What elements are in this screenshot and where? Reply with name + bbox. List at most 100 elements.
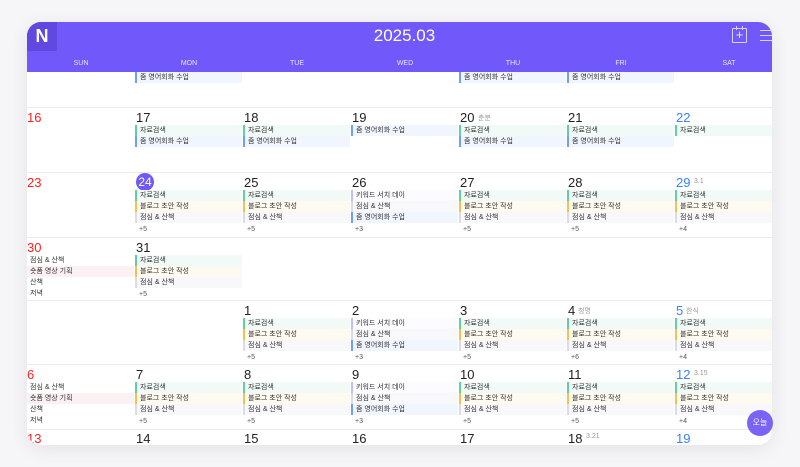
day-cell[interactable]: 17: [459, 430, 567, 445]
event-item[interactable]: 점심 & 산책: [675, 340, 772, 351]
event-item[interactable]: 점심 & 산책: [351, 201, 458, 212]
calendar-plus-icon[interactable]: +: [732, 26, 747, 43]
event-item[interactable]: 줌 영어회화 수업: [135, 136, 242, 147]
event-item[interactable]: 점심 & 산책: [243, 212, 350, 223]
more-events-link[interactable]: +3: [355, 353, 363, 363]
more-events-link[interactable]: +5: [571, 417, 579, 427]
day-cell[interactable]: 줌 영어회화 수업: [459, 72, 567, 107]
more-events-link[interactable]: +4: [679, 417, 687, 427]
day-cell[interactable]: 30 점심 & 산책 숏폼 영상 기획 산책 저녁: [27, 238, 135, 300]
more-events-link[interactable]: +5: [247, 353, 255, 363]
more-events-link[interactable]: +5: [463, 417, 471, 427]
event-item[interactable]: 블로그 초안 작성: [567, 329, 674, 340]
event-item[interactable]: 블로그 초안 작성: [135, 393, 242, 404]
more-events-link[interactable]: +5: [463, 353, 471, 363]
day-cell[interactable]: 9 키워드 서치 데이 점심 & 산책 줌 영어회화 수업 +3: [351, 365, 459, 429]
event-item[interactable]: 자료검색: [459, 125, 566, 136]
event-item[interactable]: 점심 & 산책: [459, 340, 566, 351]
day-cell[interactable]: 27 자료검색 블로그 초안 작성 점심 & 산책 +5: [459, 173, 567, 237]
event-item[interactable]: 점심 & 산책: [135, 404, 242, 415]
event-item[interactable]: 자료검색: [567, 125, 674, 136]
event-item[interactable]: 키워드 서치 데이: [351, 382, 458, 393]
day-cell[interactable]: [351, 238, 459, 300]
day-cell[interactable]: [567, 238, 675, 300]
event-item[interactable]: 점심 & 산책: [675, 212, 772, 223]
event-item[interactable]: 자료검색: [459, 190, 566, 201]
event-item[interactable]: 블로그 초안 작성: [459, 201, 566, 212]
event-item[interactable]: 자료검색: [135, 255, 242, 266]
event-item[interactable]: 숏폼 영상 기획: [27, 393, 134, 404]
day-cell[interactable]: 줌 영어회화 수업: [135, 72, 243, 107]
event-item[interactable]: 숏폼 영상 기획: [27, 266, 134, 277]
event-item[interactable]: 블로그 초안 작성: [675, 329, 772, 340]
day-cell[interactable]: [243, 238, 351, 300]
event-item[interactable]: 줌 영어회화 수업: [135, 72, 242, 83]
event-item[interactable]: 점심 & 산책: [27, 382, 134, 393]
day-cell[interactable]: 22 자료검색: [675, 108, 772, 172]
event-item[interactable]: 키워드 서치 데이: [351, 318, 458, 329]
more-events-link[interactable]: +5: [139, 225, 147, 235]
event-item[interactable]: 자료검색: [135, 125, 242, 136]
day-cell[interactable]: 4 청명 자료검색 블로그 초안 작성 점심 & 산책 +6: [567, 301, 675, 364]
day-cell[interactable]: [243, 72, 351, 107]
day-cell[interactable]: 17 자료검색 줌 영어회화 수업: [135, 108, 243, 172]
day-cell[interactable]: 3 자료검색 블로그 초안 작성 점심 & 산책 +5: [459, 301, 567, 364]
event-item[interactable]: 블로그 초안 작성: [675, 393, 772, 404]
menu-icon[interactable]: [760, 30, 772, 45]
more-events-link[interactable]: +6: [571, 353, 579, 363]
more-events-link[interactable]: +5: [139, 417, 147, 427]
event-item[interactable]: 자료검색: [675, 382, 772, 393]
event-item[interactable]: 자료검색: [243, 382, 350, 393]
day-cell[interactable]: 16: [351, 430, 459, 445]
day-cell[interactable]: 16: [27, 108, 135, 172]
day-cell[interactable]: [135, 301, 243, 364]
day-cell[interactable]: 20 춘분 자료검색 줌 영어회화 수업: [459, 108, 567, 172]
day-cell[interactable]: 6 점심 & 산책 숏폼 영상 기획 산책 저녁: [27, 365, 135, 429]
event-item[interactable]: 자료검색: [243, 318, 350, 329]
day-cell[interactable]: [675, 72, 772, 107]
more-events-link[interactable]: +5: [247, 225, 255, 235]
event-item[interactable]: 줌 영어회화 수업: [567, 72, 674, 83]
day-cell[interactable]: 18 자료검색 줌 영어회화 수업: [243, 108, 351, 172]
more-events-link[interactable]: +3: [355, 417, 363, 427]
more-events-link[interactable]: +3: [355, 225, 363, 235]
event-item[interactable]: 줌 영어회화 수업: [351, 125, 458, 136]
event-item[interactable]: 저녁: [27, 415, 134, 426]
day-cell[interactable]: 2 키워드 서치 데이 점심 & 산책 줌 영어회화 수업 +3: [351, 301, 459, 364]
more-events-link[interactable]: +4: [679, 225, 687, 235]
event-item[interactable]: 키워드 서치 데이: [351, 190, 458, 201]
event-item[interactable]: 블로그 초안 작성: [135, 266, 242, 277]
event-item[interactable]: 블로그 초안 작성: [243, 329, 350, 340]
day-cell[interactable]: 21 자료검색 줌 영어회화 수업: [567, 108, 675, 172]
day-cell[interactable]: 1 자료검색 블로그 초안 작성 점심 & 산책 +5: [243, 301, 351, 364]
day-cell[interactable]: [351, 72, 459, 107]
event-item[interactable]: 블로그 초안 작성: [459, 329, 566, 340]
event-item[interactable]: 블로그 초안 작성: [243, 201, 350, 212]
event-item[interactable]: 블로그 초안 작성: [459, 393, 566, 404]
event-item[interactable]: 점심 & 산책: [567, 404, 674, 415]
more-events-link[interactable]: +4: [679, 353, 687, 363]
event-item[interactable]: 자료검색: [459, 318, 566, 329]
day-cell[interactable]: [27, 72, 135, 107]
day-cell[interactable]: 23: [27, 173, 135, 237]
event-item[interactable]: 자료검색: [567, 382, 674, 393]
event-item[interactable]: 블로그 초안 작성: [567, 201, 674, 212]
day-cell[interactable]: 10 자료검색 블로그 초안 작성 점심 & 산책 +5: [459, 365, 567, 429]
event-item[interactable]: 자료검색: [459, 382, 566, 393]
event-item[interactable]: 자료검색: [675, 125, 772, 136]
event-item[interactable]: 점심 & 산책: [351, 329, 458, 340]
event-item[interactable]: 점심 & 산책: [243, 404, 350, 415]
day-cell[interactable]: 26 키워드 서치 데이 점심 & 산책 줌 영어회화 수업 +3: [351, 173, 459, 237]
day-cell[interactable]: [459, 238, 567, 300]
event-item[interactable]: 점심 & 산책: [459, 212, 566, 223]
event-item[interactable]: 자료검색: [567, 190, 674, 201]
event-item[interactable]: 블로그 초안 작성: [675, 201, 772, 212]
event-item[interactable]: 산책: [27, 277, 134, 288]
day-cell[interactable]: 14: [135, 430, 243, 445]
event-item[interactable]: 점심 & 산책: [135, 212, 242, 223]
day-cell[interactable]: 7 자료검색 블로그 초안 작성 점심 & 산책 +5: [135, 365, 243, 429]
event-item[interactable]: 점심 & 산책: [567, 212, 674, 223]
event-item[interactable]: 점심 & 산책: [243, 340, 350, 351]
event-item[interactable]: 줌 영어회화 수업: [567, 136, 674, 147]
event-item[interactable]: 자료검색: [567, 318, 674, 329]
